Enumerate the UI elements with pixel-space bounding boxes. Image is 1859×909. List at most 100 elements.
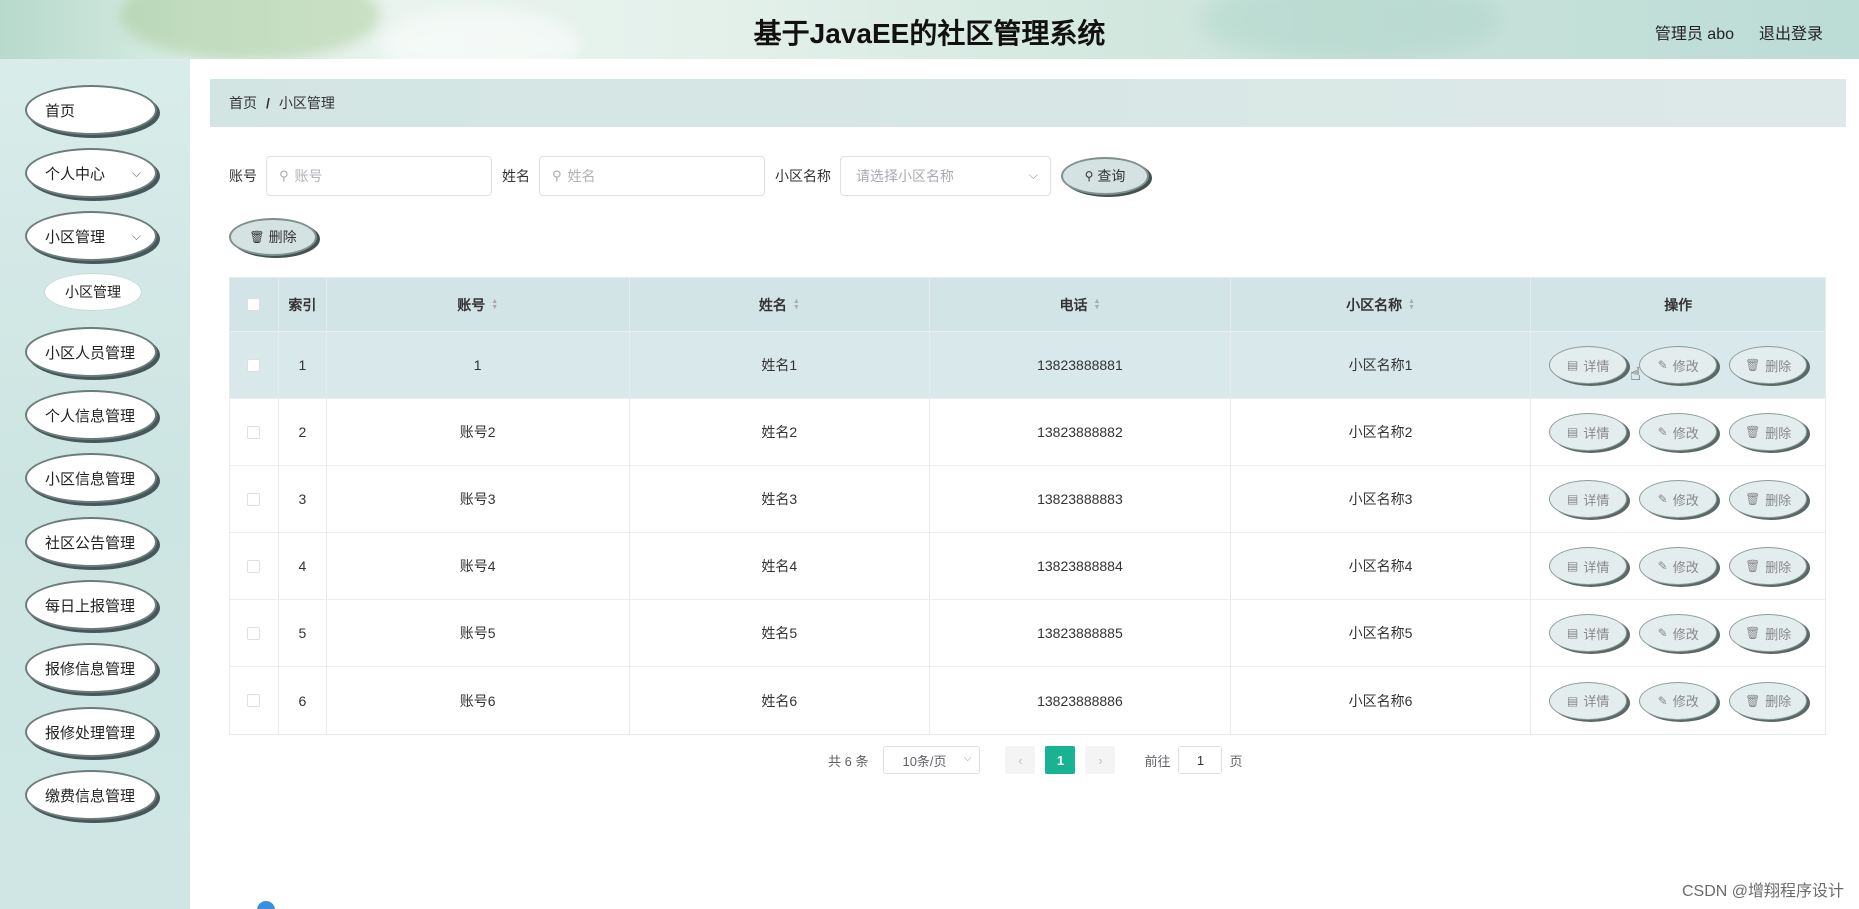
table-row[interactable]: 3 账号3 姓名3 13823888883 小区名称3 ▤ 详情 ✎ 修改 🗑 删除	[230, 466, 1825, 533]
page-number-current[interactable]: 1	[1045, 746, 1076, 774]
delete-label: 删除	[1765, 358, 1792, 374]
page-size-value: 10条/页	[902, 753, 947, 769]
sidebar-item-home[interactable]: 首页	[25, 85, 157, 135]
edit-label: 修改	[1672, 358, 1699, 374]
row-checkbox[interactable]	[247, 492, 261, 506]
submenu-item-community-management[interactable]: 小区管理	[44, 273, 142, 311]
community-placeholder: 请选择小区名称	[856, 168, 954, 184]
row-checkbox[interactable]	[247, 626, 261, 640]
community-cell: 小区名称4	[1231, 533, 1532, 599]
table-row[interactable]: 4 账号4 姓名4 13823888884 小区名称4 ▤ 详情 ✎ 修改 🗑 删除	[230, 533, 1825, 600]
sidebar-item-repair-info[interactable]: 报修信息管理	[25, 643, 157, 693]
row-checkbox[interactable]	[247, 694, 261, 707]
sidebar-item-label: 每日上报管理	[45, 597, 136, 615]
header-account[interactable]: 账号 ▲ ▼	[327, 278, 630, 331]
total-count: 共 6 条	[828, 753, 869, 769]
actions-cell: ▤ 详情 ✎ 修改 🗑 删除	[1531, 533, 1825, 599]
edit-button[interactable]: ✎ 修改	[1639, 547, 1718, 585]
page-size-select[interactable]: 10条/页 ⌵	[883, 746, 981, 774]
breadcrumb-home[interactable]: 首页	[229, 93, 257, 113]
next-page-button[interactable]: ›	[1085, 746, 1116, 774]
sidebar-item-label: 首页	[45, 102, 76, 120]
search-icon: ⚲	[279, 168, 289, 183]
actions-cell: ▤ 详情 ✎ 修改 🗑 删除	[1531, 600, 1825, 666]
sort-icon[interactable]: ▲ ▼	[793, 298, 800, 311]
goto-page-input[interactable]: 1	[1178, 746, 1223, 774]
sidebar-item-community-info[interactable]: 小区信息管理	[25, 453, 157, 503]
table-row[interactable]: 1 1 姓名1 13823888881 小区名称1 ▤ 详情 ✎ 修改 🗑 删除	[230, 332, 1825, 399]
sort-icon[interactable]: ▲ ▼	[1093, 298, 1100, 311]
row-checkbox[interactable]	[247, 559, 261, 573]
detail-button[interactable]: ▤ 详情	[1549, 413, 1628, 451]
document-icon: ▤	[1567, 559, 1579, 573]
table-row[interactable]: 5 账号5 姓名5 13823888885 小区名称5 ▤ 详情 ✎ 修改 🗑 删除	[230, 600, 1825, 667]
logout-link[interactable]: 退出登录	[1759, 20, 1823, 44]
delete-button[interactable]: 🗑 删除	[1729, 681, 1808, 720]
delete-button[interactable]: 🗑 删除	[1729, 614, 1808, 652]
table-row[interactable]: 6 账号6 姓名6 13823888886 小区名称6 ▤ 详情 ✎ 修改 🗑 删除	[230, 667, 1825, 734]
edit-button[interactable]: ✎ 修改	[1639, 614, 1718, 652]
detail-button[interactable]: ▤ 详情	[1549, 681, 1628, 720]
sidebar-item-personal-center[interactable]: 个人中心 ⌵	[25, 148, 157, 198]
select-cell	[230, 533, 279, 599]
sidebar-item-repair-handling[interactable]: 报修处理管理	[25, 707, 157, 757]
sidebar-item-residents[interactable]: 小区人员管理	[25, 327, 157, 377]
detail-button[interactable]: ▤ 详情	[1549, 614, 1628, 652]
header-community[interactable]: 小区名称 ▲ ▼	[1231, 278, 1532, 331]
account-search-input[interactable]: ⚲ 账号	[266, 156, 492, 196]
select-all-checkbox[interactable]	[247, 298, 261, 311]
batch-delete-button[interactable]: 🗑 删除	[229, 218, 317, 256]
sidebar-item-personal-info[interactable]: 个人信息管理	[25, 390, 157, 440]
community-select[interactable]: 请选择小区名称 ⌵	[840, 156, 1051, 196]
edit-button[interactable]: ✎ 修改	[1639, 681, 1718, 720]
trash-icon: 🗑	[1745, 425, 1761, 439]
select-cell	[230, 332, 279, 398]
delete-button[interactable]: 🗑 删除	[1729, 413, 1808, 451]
edit-label: 修改	[1672, 492, 1699, 508]
chevron-down-icon: ⌵	[131, 166, 141, 180]
delete-label: 删除	[1765, 425, 1792, 441]
sidebar-item-daily-reports[interactable]: 每日上报管理	[25, 580, 157, 630]
detail-label: 详情	[1583, 694, 1610, 709]
sort-icon[interactable]: ▲ ▼	[1408, 298, 1415, 311]
sidebar-item-announcements[interactable]: 社区公告管理	[25, 517, 157, 567]
prev-page-button[interactable]: ‹	[1005, 746, 1036, 774]
submenu-item-label: 小区管理	[65, 284, 121, 300]
table-row[interactable]: 2 账号2 姓名2 13823888882 小区名称2 ▤ 详情 ✎ 修改 🗑 删除	[230, 399, 1825, 466]
header-name[interactable]: 姓名 ▲ ▼	[630, 278, 931, 331]
pencil-icon: ✎	[1657, 358, 1668, 372]
row-checkbox[interactable]	[247, 358, 261, 372]
detail-button[interactable]: ▤ 详情	[1549, 480, 1628, 518]
sidebar-item-payments[interactable]: 缴费信息管理	[25, 770, 157, 820]
header-index: 索引	[279, 278, 327, 331]
header-phone[interactable]: 电话 ▲ ▼	[930, 278, 1231, 331]
detail-button[interactable]: ▤ 详情	[1549, 346, 1628, 384]
delete-button[interactable]: 🗑 删除	[1729, 346, 1808, 384]
chevron-left-icon: ‹	[1018, 752, 1023, 768]
search-button[interactable]: ⚲ 查询	[1061, 157, 1149, 195]
goto-label: 前往	[1144, 753, 1171, 769]
edit-button[interactable]: ✎ 修改	[1639, 413, 1718, 451]
delete-button[interactable]: 🗑 删除	[1729, 547, 1808, 585]
actions-cell: ▤ 详情 ✎ 修改 🗑 删除	[1531, 466, 1825, 532]
name-search-input[interactable]: ⚲ 姓名	[539, 156, 765, 196]
document-icon: ▤	[1567, 626, 1579, 640]
edit-button[interactable]: ✎ 修改	[1639, 480, 1718, 518]
search-icon: ⚲	[552, 168, 562, 183]
detail-label: 详情	[1583, 492, 1610, 508]
sidebar-item-community-management[interactable]: 小区管理 ⌵	[25, 211, 157, 261]
account-cell: 1	[327, 332, 630, 398]
delete-button[interactable]: 🗑 删除	[1729, 480, 1808, 518]
header-actions: 操作	[1531, 278, 1825, 331]
phone-cell: 13823888885	[930, 600, 1231, 666]
breadcrumb-current: 小区管理	[278, 95, 335, 111]
detail-button[interactable]: ▤ 详情	[1549, 547, 1628, 585]
sidebar-item-label: 报修处理管理	[45, 724, 136, 742]
row-checkbox[interactable]	[247, 425, 261, 439]
account-cell: 账号3	[327, 466, 630, 532]
watermark: CSDN @增翔程序设计	[1681, 883, 1844, 900]
account-cell: 账号2	[327, 399, 630, 465]
sort-icon[interactable]: ▲ ▼	[491, 298, 498, 311]
edit-button[interactable]: ✎ 修改	[1639, 346, 1718, 384]
header-label: 操作	[1664, 296, 1693, 313]
